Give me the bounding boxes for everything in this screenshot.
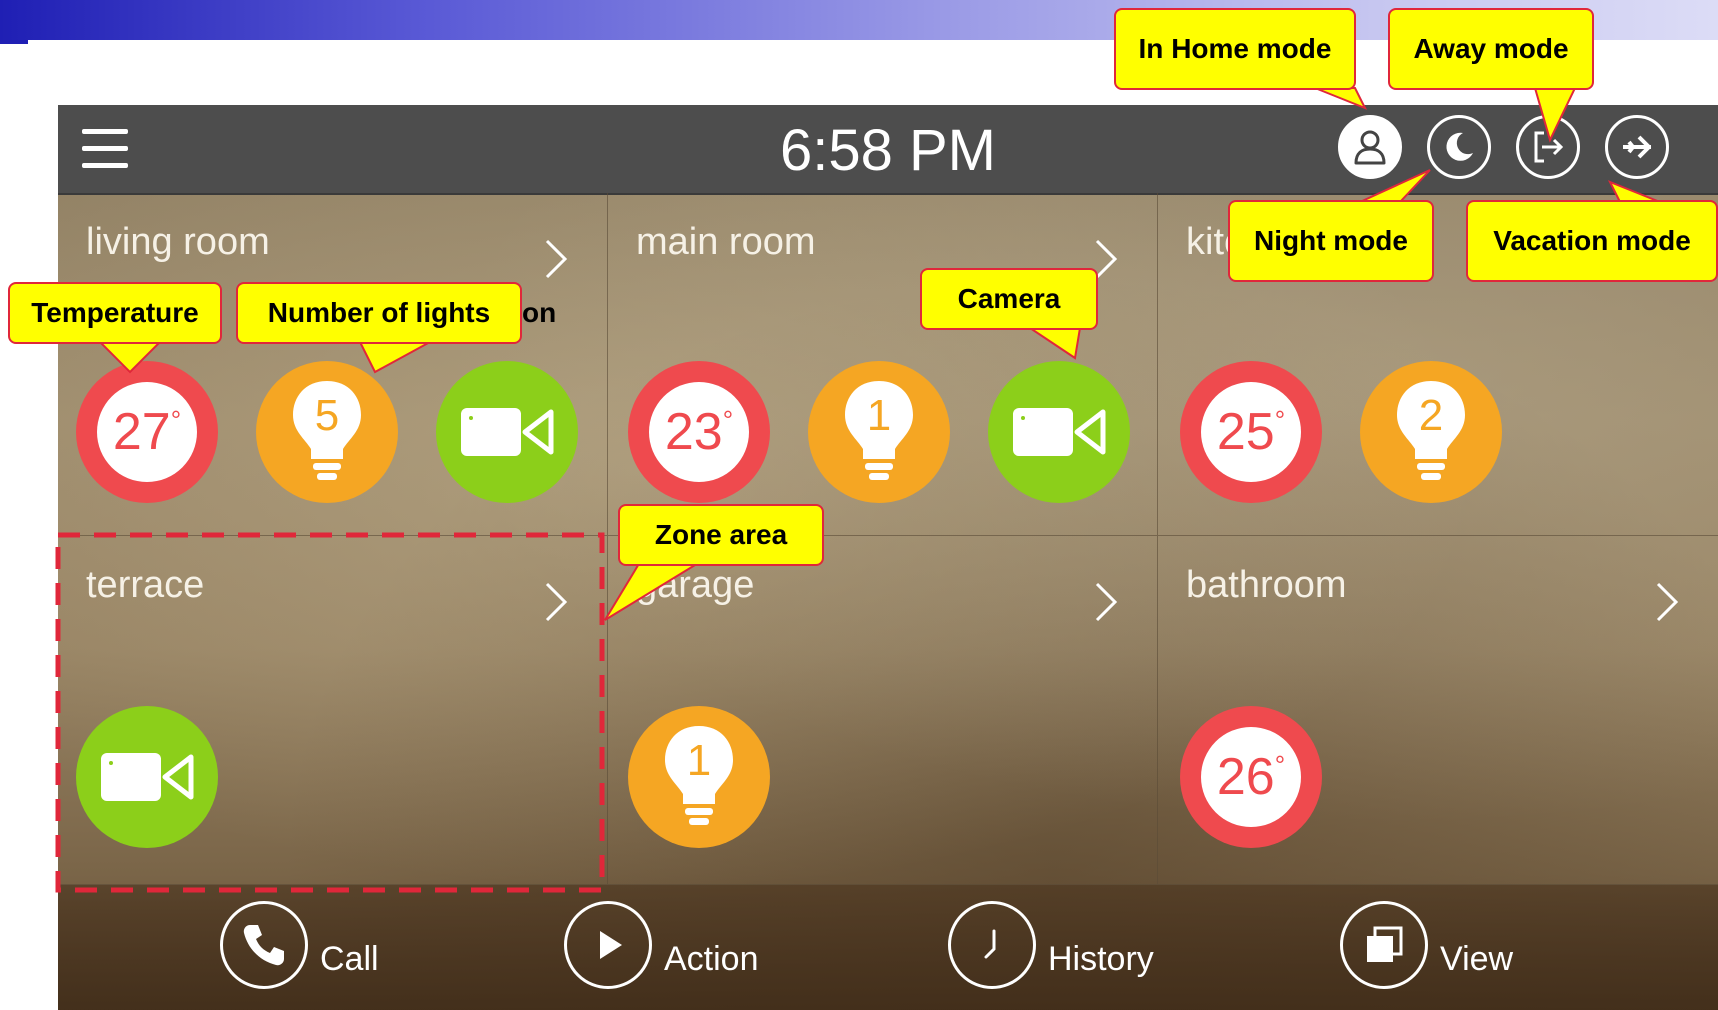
chevron-right-icon[interactable] xyxy=(1091,580,1121,624)
video-camera-icon xyxy=(461,408,554,456)
action-button[interactable]: Action xyxy=(564,897,759,993)
zone-name: bathroom xyxy=(1186,564,1347,606)
temperature-tile[interactable]: 27 ° xyxy=(76,361,218,503)
temperature-tile[interactable]: 23 ° xyxy=(628,361,770,503)
view-button[interactable]: View xyxy=(1340,897,1513,993)
zone-living-room[interactable]: living room 27 ° 5 xyxy=(58,193,608,536)
zone-bathroom[interactable]: bathroom 26 ° xyxy=(1158,536,1718,885)
top-bar: 6:58 PM xyxy=(58,105,1718,195)
zone-name: living room xyxy=(86,221,270,263)
call-label: Call xyxy=(320,939,379,978)
callout-temperature: Temperature xyxy=(8,282,222,344)
callout-away-mode: Away mode xyxy=(1388,8,1594,90)
temperature-value: 23 xyxy=(664,403,723,461)
call-button[interactable]: Call xyxy=(220,897,379,993)
moon-icon xyxy=(1446,132,1473,161)
chevron-right-icon[interactable] xyxy=(541,237,571,281)
callout-lights-suffix: on xyxy=(522,297,557,328)
video-camera-icon xyxy=(1013,408,1106,456)
degree-symbol: ° xyxy=(1274,404,1286,435)
chevron-right-icon[interactable] xyxy=(1652,580,1682,624)
temperature-value: 25 xyxy=(1216,403,1275,461)
view-label: View xyxy=(1440,939,1514,978)
callout-night-mode: Night mode xyxy=(1228,200,1434,282)
zone-name: main room xyxy=(636,221,816,263)
lights-tile[interactable]: 1 xyxy=(628,706,770,848)
zone-garage[interactable]: garage 1 xyxy=(608,536,1158,885)
bottom-bar: Call Action History View xyxy=(58,885,1718,1010)
night-mode-button[interactable] xyxy=(1427,115,1491,179)
windows-icon xyxy=(1367,926,1403,962)
lights-tile[interactable]: 1 xyxy=(808,361,950,503)
camera-tile[interactable] xyxy=(436,361,578,503)
play-icon xyxy=(600,931,622,959)
lights-tile[interactable]: 2 xyxy=(1360,361,1502,503)
clock-icon xyxy=(984,929,996,959)
lights-count: 1 xyxy=(866,391,892,440)
history-label: History xyxy=(1048,939,1154,978)
temperature-tile[interactable]: 25 ° xyxy=(1180,361,1322,503)
history-button[interactable]: History xyxy=(948,897,1154,993)
lights-count: 1 xyxy=(686,736,712,785)
person-icon xyxy=(1354,130,1386,165)
degree-symbol: ° xyxy=(722,404,734,435)
callout-number-of-lights: Number of lights xyxy=(236,282,522,344)
lights-count: 2 xyxy=(1418,391,1444,440)
slide-header-accent xyxy=(0,40,28,44)
callout-camera: Camera xyxy=(920,268,1098,330)
exit-door-icon xyxy=(1534,131,1564,163)
airplane-icon xyxy=(1623,135,1651,159)
degree-symbol: ° xyxy=(170,404,182,435)
camera-tile[interactable] xyxy=(988,361,1130,503)
temperature-value: 27 xyxy=(112,403,171,461)
temperature-value: 26 xyxy=(1216,748,1275,806)
callout-vacation-mode: Vacation mode xyxy=(1466,200,1718,282)
in-home-mode-button[interactable] xyxy=(1338,115,1402,179)
video-camera-icon xyxy=(101,753,194,801)
chevron-right-icon[interactable] xyxy=(541,580,571,624)
vacation-mode-button[interactable] xyxy=(1605,115,1669,179)
zone-main-room[interactable]: main room 23 ° 1 xyxy=(608,193,1158,536)
lights-tile[interactable]: 5 xyxy=(256,361,398,503)
zone-terrace[interactable]: terrace xyxy=(58,536,608,885)
phone-icon xyxy=(243,925,284,966)
degree-symbol: ° xyxy=(1274,749,1286,780)
action-label: Action xyxy=(664,939,759,978)
camera-tile[interactable] xyxy=(76,706,218,848)
temperature-tile[interactable]: 26 ° xyxy=(1180,706,1322,848)
away-mode-button[interactable] xyxy=(1516,115,1580,179)
callout-zone-area: Zone area xyxy=(618,504,824,566)
lights-count: 5 xyxy=(314,391,340,440)
zone-name: terrace xyxy=(86,564,205,606)
callout-in-home-mode: In Home mode xyxy=(1114,8,1356,90)
zone-name: garage xyxy=(636,564,755,606)
